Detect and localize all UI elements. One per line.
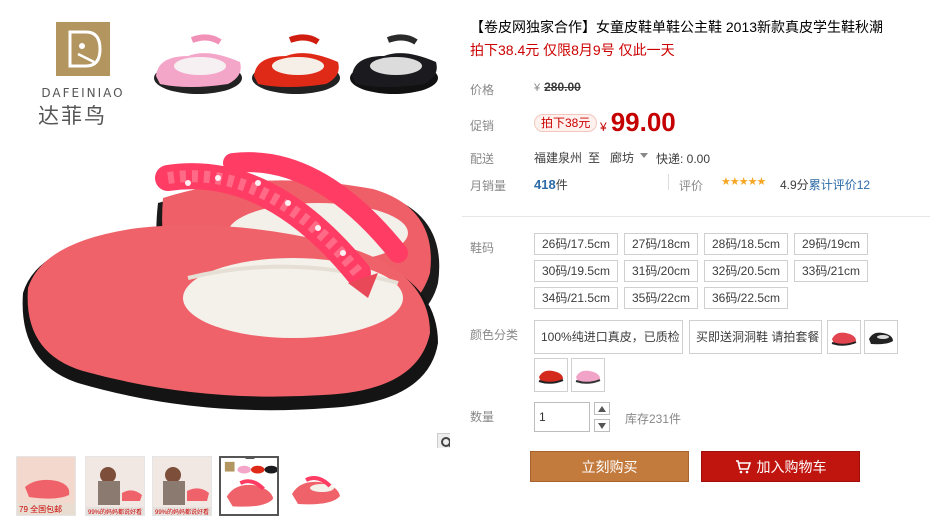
pink-red-shoe-swatch-icon[interactable] bbox=[827, 320, 861, 354]
red-shoe-swatch-icon[interactable] bbox=[534, 358, 568, 392]
currency-symbol: ¥ bbox=[534, 82, 541, 94]
monthly-sales: 418件 bbox=[534, 176, 568, 193]
increase-quantity-icon[interactable] bbox=[594, 402, 610, 415]
rating-score: 4.9分 bbox=[780, 178, 809, 192]
price-label: 价格 bbox=[470, 83, 495, 97]
thumbnail-2[interactable]: 99%的妈妈都说好看 bbox=[85, 456, 145, 516]
ship-from: 福建泉州 bbox=[534, 151, 583, 165]
reviews-label: 评价 bbox=[679, 179, 704, 193]
size-label: 鞋码 bbox=[470, 241, 495, 255]
main-product-image[interactable]: DAFEINIAO 达菲鸟 bbox=[8, 8, 450, 448]
thumbnail-caption: 99%的妈妈都说好看 bbox=[155, 510, 210, 516]
color-variants-image bbox=[154, 34, 438, 94]
quantity-input[interactable] bbox=[534, 402, 590, 432]
promo-tag: 拍下38元 bbox=[534, 114, 598, 132]
thumbnail-caption: 99%的妈妈都说好看 bbox=[88, 510, 143, 516]
thumbnail-1[interactable]: 79 全国包邮 bbox=[16, 456, 76, 516]
size-option[interactable]: 35码/22cm bbox=[624, 287, 698, 309]
color-option-text[interactable]: 100%纯进口真皮，已质检 bbox=[534, 320, 683, 354]
currency-symbol: ¥ bbox=[600, 120, 607, 134]
divider bbox=[462, 216, 930, 217]
color-label: 颜色分类 bbox=[470, 328, 519, 342]
size-option[interactable]: 29码/19cm bbox=[794, 233, 868, 255]
buy-now-button[interactable]: 立刻购买 bbox=[530, 451, 689, 482]
size-option[interactable]: 32码/20.5cm bbox=[704, 260, 788, 282]
ship-to-word: 至 bbox=[588, 151, 601, 165]
promo-price-value: 99.00 bbox=[610, 107, 676, 137]
size-option[interactable]: 30码/19.5cm bbox=[534, 260, 618, 282]
red-shoe-variant-icon bbox=[252, 34, 340, 94]
quantity-label: 数量 bbox=[470, 410, 495, 424]
brand-name-en: DAFEINIAO bbox=[41, 86, 125, 100]
thumbnail-4[interactable] bbox=[219, 456, 279, 516]
size-option[interactable]: 31码/20cm bbox=[624, 260, 698, 282]
original-price-value: 280.00 bbox=[544, 80, 581, 94]
add-to-cart-label: 加入购物车 bbox=[756, 458, 827, 475]
product-subtitle: 拍下38.4元 仅限8月9号 仅此一天 bbox=[470, 42, 675, 58]
size-option[interactable]: 36码/22.5cm bbox=[704, 287, 788, 309]
size-option[interactable]: 33码/21cm bbox=[794, 260, 868, 282]
divider bbox=[668, 174, 669, 190]
cart-icon bbox=[735, 459, 751, 474]
original-price: ¥280.00 bbox=[534, 80, 581, 94]
buy-now-label: 立刻购买 bbox=[581, 458, 638, 475]
size-option[interactable]: 34码/21.5cm bbox=[534, 287, 618, 309]
size-option[interactable]: 27码/18cm bbox=[624, 233, 698, 255]
black-shoe-variant-icon bbox=[350, 34, 438, 94]
thumbnail-3[interactable]: 99%的妈妈都说好看 bbox=[152, 456, 212, 516]
product-gallery: DAFEINIAO 达菲鸟 79 全国包邮 99%的妈妈都说好看 99%的妈妈都… bbox=[0, 0, 452, 528]
sales-count: 418 bbox=[534, 177, 556, 192]
add-to-cart-button[interactable]: 加入购物车 bbox=[701, 451, 860, 482]
product-info-panel: 【卷皮网独家合作】女童皮鞋单鞋公主鞋 2013新款真皮学生鞋秋潮 拍下38.4元… bbox=[462, 0, 930, 528]
review-count-link[interactable]: 累计评价12 bbox=[809, 178, 870, 192]
color-option-text[interactable]: 买即送洞洞鞋 请拍套餐 bbox=[689, 320, 822, 354]
pink-shoe-swatch-icon[interactable] bbox=[571, 358, 605, 392]
monthly-sales-label: 月销量 bbox=[470, 179, 507, 193]
decrease-quantity-icon[interactable] bbox=[594, 419, 610, 432]
thumbnail-caption: 79 全国包邮 bbox=[19, 505, 63, 514]
rating: 4.9分累计评价12 bbox=[780, 176, 870, 193]
thumbnail-strip: 79 全国包邮 99%的妈妈都说好看 99%的妈妈都说好看 bbox=[8, 452, 450, 522]
destination-select[interactable]: 廊坊 bbox=[610, 149, 634, 166]
zoom-icon[interactable] bbox=[437, 433, 450, 448]
active-thumbnail-caret-icon bbox=[245, 458, 255, 459]
size-option[interactable]: 28码/18.5cm bbox=[704, 233, 788, 255]
promo-label: 促销 bbox=[470, 119, 495, 133]
rating-stars-icon: ★★★★★ bbox=[721, 176, 766, 188]
black-shoe-swatch-icon[interactable] bbox=[864, 320, 898, 354]
main-shoe-pair-icon bbox=[22, 152, 440, 411]
shipping-label: 配送 bbox=[470, 152, 495, 166]
product-title: 【卷皮网独家合作】女童皮鞋单鞋公主鞋 2013新款真皮学生鞋秋潮 bbox=[470, 19, 884, 35]
pink-shoe-variant-icon bbox=[154, 34, 242, 94]
chevron-down-icon[interactable] bbox=[640, 153, 648, 158]
size-option[interactable]: 26码/17.5cm bbox=[534, 233, 618, 255]
logo-mark-icon bbox=[56, 22, 110, 76]
stock-count: 库存231件 bbox=[625, 412, 682, 426]
sales-unit: 件 bbox=[555, 178, 568, 192]
express-fee: 快递: 0.00 bbox=[656, 152, 711, 166]
brand-logo: DAFEINIAO 达菲鸟 bbox=[20, 16, 140, 128]
promo-price: ¥99.00 bbox=[600, 107, 676, 138]
thumbnail-5[interactable] bbox=[286, 456, 346, 516]
